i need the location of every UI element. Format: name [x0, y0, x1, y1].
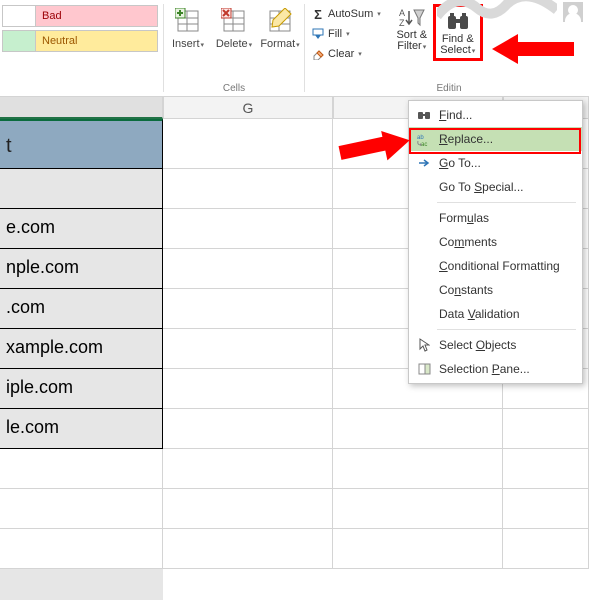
- menu-comments-label: Comments: [439, 235, 497, 249]
- cell[interactable]: .com: [0, 289, 163, 329]
- menu-separator: [437, 329, 576, 330]
- sort-filter-button[interactable]: AZ Sort & Filter▾: [391, 4, 433, 53]
- cells-group-label: Cells: [223, 83, 245, 94]
- eraser-icon: [311, 47, 325, 61]
- ribbon: Bad Neutral Insert▾ Delete▾: [0, 0, 589, 97]
- fill-down-icon: [311, 27, 325, 41]
- menu-separator: [437, 202, 576, 203]
- goto-arrow-icon: [415, 154, 433, 172]
- cell[interactable]: [0, 449, 163, 489]
- menu-cond-fmt[interactable]: Conditional Formatting: [409, 254, 582, 278]
- cell[interactable]: [333, 449, 503, 489]
- menu-find-label: Find...: [439, 108, 472, 122]
- style-good-swatch[interactable]: [2, 30, 36, 52]
- autosum-label: AutoSum: [328, 8, 373, 20]
- format-label: Format: [260, 38, 295, 50]
- delete-cells-icon: [219, 6, 249, 36]
- delete-label: Delete: [216, 38, 248, 50]
- cell[interactable]: [163, 489, 333, 529]
- menu-replace-label: Replace...: [439, 132, 493, 146]
- delete-button[interactable]: Delete▾: [214, 6, 254, 52]
- cell[interactable]: [503, 449, 589, 489]
- insert-label: Insert: [172, 38, 200, 50]
- menu-cond-fmt-label: Conditional Formatting: [439, 259, 560, 273]
- cell-styles-gallery[interactable]: Bad Neutral: [0, 0, 163, 96]
- cell[interactable]: [163, 119, 333, 169]
- editing-group-label: Editin: [311, 83, 587, 94]
- column-header-g[interactable]: G: [163, 97, 333, 119]
- menu-constants-label: Constants: [439, 283, 493, 297]
- menu-constants[interactable]: Constants: [409, 278, 582, 302]
- column-header-selected[interactable]: [0, 97, 163, 119]
- fill-button[interactable]: Fill▾: [311, 24, 381, 44]
- menu-comments[interactable]: Comments: [409, 230, 582, 254]
- format-button[interactable]: Format▾: [260, 6, 300, 52]
- svg-text:ac: ac: [421, 142, 427, 146]
- cell[interactable]: le.com: [0, 409, 163, 449]
- clear-label: Clear: [328, 48, 354, 60]
- find-select-menu: Find... abac Replace... Go To... Go To S…: [408, 100, 583, 384]
- sort-filter-icon: AZ: [398, 6, 426, 30]
- menu-replace[interactable]: abac Replace...: [409, 127, 582, 151]
- cell[interactable]: [0, 489, 163, 529]
- cell[interactable]: [163, 329, 333, 369]
- clear-button[interactable]: Clear▾: [311, 44, 381, 64]
- cell[interactable]: [163, 449, 333, 489]
- binoculars-small-icon: [415, 106, 433, 124]
- selection-pane-icon: [415, 360, 433, 378]
- cell[interactable]: [163, 249, 333, 289]
- find-label: Find & Select: [440, 33, 473, 56]
- cursor-icon: [415, 336, 433, 354]
- cells-group: Insert▾ Delete▾ Format▾ Cells: [164, 0, 304, 96]
- fill-label: Fill: [328, 28, 342, 40]
- menu-formulas-label: Formulas: [439, 211, 489, 225]
- style-neutral[interactable]: Neutral: [36, 30, 158, 52]
- menu-formulas[interactable]: Formulas: [409, 206, 582, 230]
- svg-text:ab: ab: [417, 135, 424, 141]
- cell[interactable]: nple.com: [0, 249, 163, 289]
- style-normal-swatch[interactable]: [2, 5, 36, 27]
- cell[interactable]: [333, 529, 503, 569]
- menu-selection-pane-label: Selection Pane...: [439, 362, 530, 376]
- cell[interactable]: [503, 529, 589, 569]
- user-avatar-icon[interactable]: [563, 2, 583, 22]
- cell[interactable]: [333, 409, 503, 449]
- menu-select-objects-label: Select Objects: [439, 338, 516, 352]
- cell[interactable]: [163, 369, 333, 409]
- cell[interactable]: [503, 489, 589, 529]
- style-bad[interactable]: Bad: [36, 5, 158, 27]
- cell[interactable]: [0, 169, 163, 209]
- menu-data-val[interactable]: Data Validation: [409, 302, 582, 326]
- autosum-button[interactable]: Σ AutoSum▾: [311, 4, 381, 24]
- insert-button[interactable]: Insert▾: [168, 6, 208, 52]
- replace-icon: abac: [415, 130, 433, 148]
- cell[interactable]: [0, 529, 163, 569]
- cell[interactable]: xample.com: [0, 329, 163, 369]
- svg-text:A: A: [399, 8, 405, 18]
- menu-goto-label: Go To...: [439, 156, 481, 170]
- menu-goto-special[interactable]: Go To Special...: [409, 175, 582, 199]
- cell[interactable]: [163, 409, 333, 449]
- table-header-cell[interactable]: t: [0, 119, 163, 169]
- cell[interactable]: iple.com: [0, 369, 163, 409]
- svg-text:Z: Z: [399, 18, 405, 28]
- cell[interactable]: [163, 169, 333, 209]
- cell[interactable]: [163, 289, 333, 329]
- cell[interactable]: [503, 409, 589, 449]
- menu-goto[interactable]: Go To...: [409, 151, 582, 175]
- cell[interactable]: [163, 529, 333, 569]
- menu-goto-special-label: Go To Special...: [439, 180, 524, 194]
- format-cells-icon: [265, 6, 295, 36]
- cell[interactable]: [333, 489, 503, 529]
- insert-cells-icon: [173, 6, 203, 36]
- menu-data-val-label: Data Validation: [439, 307, 520, 321]
- cell[interactable]: e.com: [0, 209, 163, 249]
- menu-select-objects[interactable]: Select Objects: [409, 333, 582, 357]
- cell[interactable]: [163, 209, 333, 249]
- sigma-icon: Σ: [311, 7, 325, 21]
- decorative-squiggle: [437, 0, 557, 20]
- menu-find[interactable]: Find...: [409, 103, 582, 127]
- menu-selection-pane[interactable]: Selection Pane...: [409, 357, 582, 381]
